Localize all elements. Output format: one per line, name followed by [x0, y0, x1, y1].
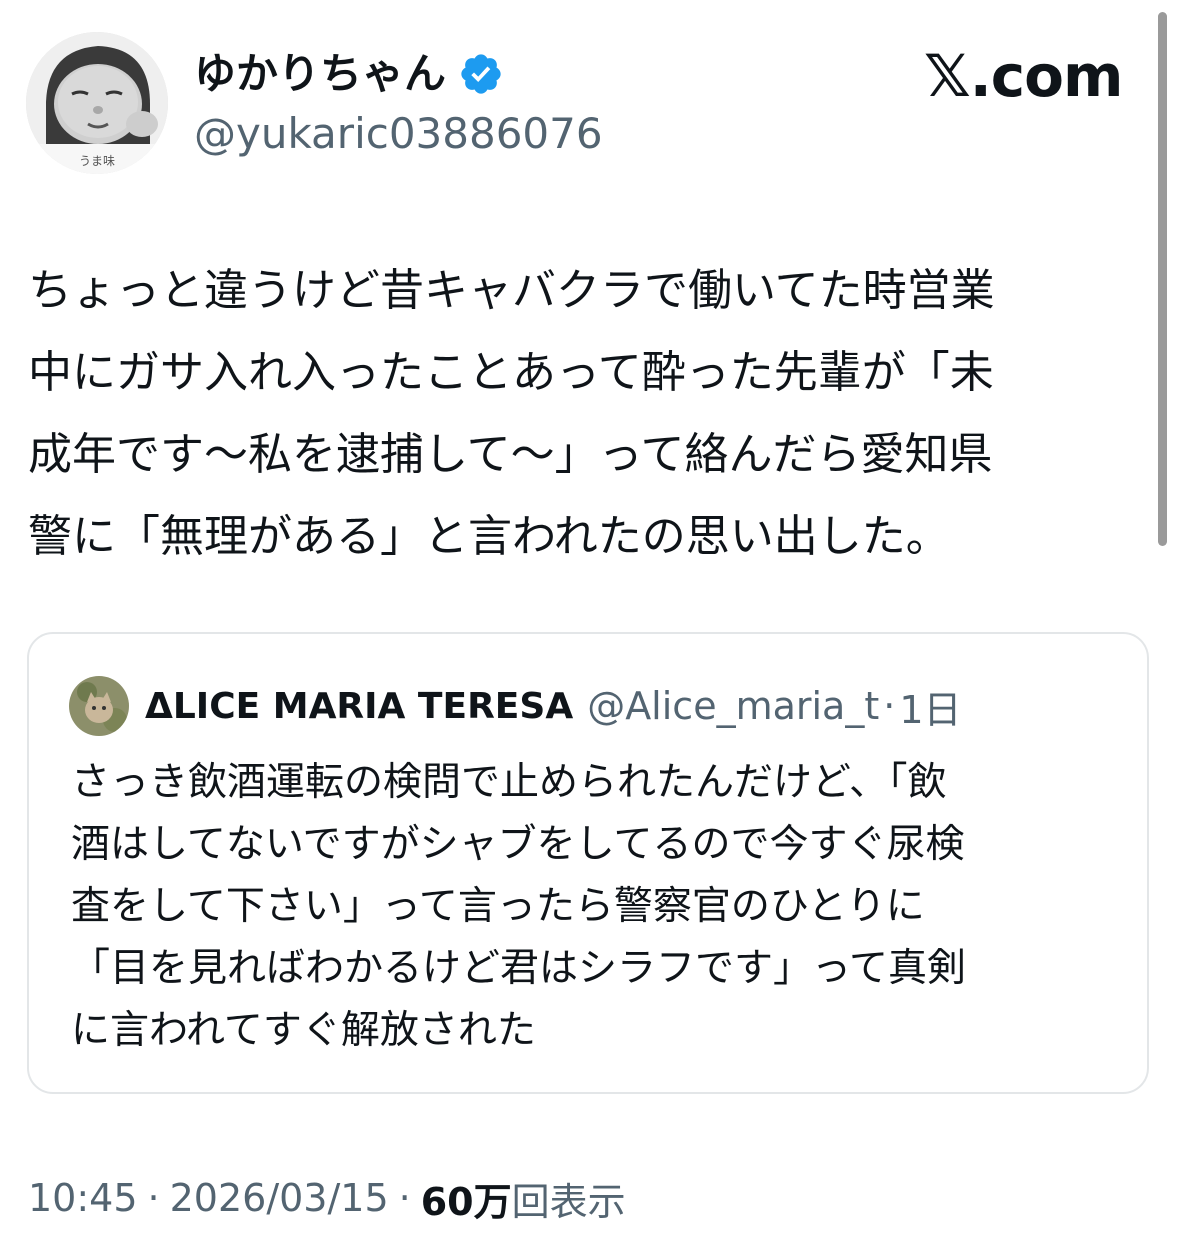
author-handle[interactable]: @yukaric03886076 — [194, 108, 603, 160]
views-label: 回表示 — [511, 1179, 626, 1224]
quoted-tweet-text: さっき飲酒運転の検問で止められたんだけど、「飲 酒はしてないですがシャブをしてる… — [71, 752, 1121, 1062]
quoted-author-name[interactable]: ΔLICE MARIA TERESA — [145, 686, 573, 727]
quoted-author-avatar[interactable] — [69, 676, 129, 736]
author-avatar[interactable]: うま味 — [26, 32, 168, 174]
quoted-line: に言われてすぐ解放された — [71, 1008, 536, 1053]
meta-separator: · — [398, 1176, 411, 1220]
quoted-line: さっき飲酒運転の検問で止められたんだけど、「飲 — [71, 760, 947, 805]
x-brand: 𝕏.com — [924, 40, 1123, 112]
avatar-caption: うま味 — [79, 154, 115, 168]
tweet-line: 警に「無理がある」と言われたの思い出した。 — [28, 511, 950, 562]
tweet-meta: 10:45 · 2026/03/15 · 60万 回表示 — [28, 1168, 626, 1228]
quoted-separator: · — [883, 684, 896, 728]
tweet-date[interactable]: 2026/03/15 — [170, 1176, 389, 1220]
quoted-line: 査をして下さい」って言ったら警察官のひとりに — [71, 884, 925, 929]
verified-badge-icon — [461, 54, 501, 94]
views-count: 60万 — [420, 1179, 512, 1224]
quoted-author-handle[interactable]: @Alice_maria_t — [587, 684, 879, 728]
baby-photo-icon: うま味 — [26, 32, 168, 174]
quoted-line: 酒はしてないですがシャブをしてるので今すぐ尿検 — [71, 822, 965, 867]
quoted-time[interactable]: 1日 — [899, 679, 961, 734]
quoted-tweet-card[interactable]: ΔLICE MARIA TERESA @Alice_maria_t · 1日 さ… — [27, 632, 1149, 1094]
tweet-text: ちょっと違うけど昔キャバクラで働いてた時営業 中にガサ入れ入ったことあって酔った… — [28, 250, 1148, 578]
cat-photo-icon — [69, 676, 129, 736]
tweet-line: 中にガサ入れ入ったことあって酔った先輩が「未 — [28, 347, 994, 398]
tweet-time[interactable]: 10:45 — [28, 1176, 138, 1220]
tweet-line: ちょっと違うけど昔キャバクラで働いてた時営業 — [28, 265, 995, 316]
author-name-row: ゆかりちゃん — [194, 44, 504, 104]
x-brand-text: 𝕏.com — [924, 42, 1123, 110]
quoted-line: 「目を見ればわかるけど君はシラフです」って真剣 — [71, 946, 967, 991]
author-display-name[interactable]: ゆかりちゃん — [194, 53, 446, 95]
quoted-tweet-header: ΔLICE MARIA TERESA @Alice_maria_t · 1日 — [69, 674, 962, 738]
meta-separator: · — [147, 1176, 160, 1220]
tweet-line: 成年です〜私を逮捕して〜」って絡んだら愛知県 — [28, 429, 993, 480]
scrollbar[interactable] — [1158, 12, 1167, 546]
